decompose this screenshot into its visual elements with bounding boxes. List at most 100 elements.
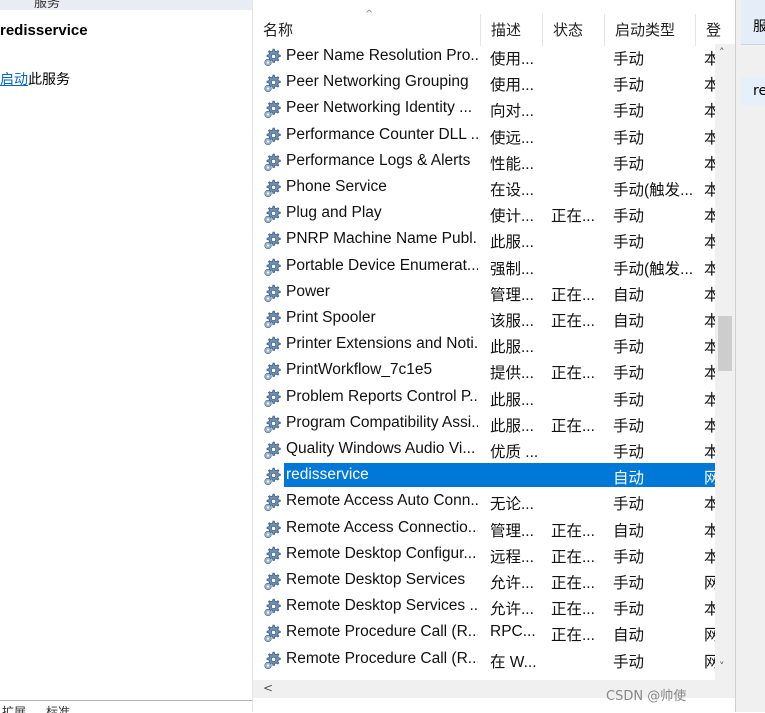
top-tab-label: 服务 <box>34 0 61 11</box>
gear-icon <box>262 203 284 225</box>
scroll-left-icon[interactable]: < <box>263 681 273 695</box>
service-name: Performance Logs & Alerts <box>286 152 471 169</box>
table-row[interactable]: Peer Name Resolution Pro... 使用... 手动本 <box>253 44 718 70</box>
service-startup-type: 手动(触发... <box>613 261 693 278</box>
service-startup-type: 自动 <box>613 313 645 330</box>
scroll-down-icon[interactable]: ˅ <box>719 660 725 673</box>
table-row[interactable]: Remote Desktop Configur... 远程... 正在... 手动本 <box>253 542 718 568</box>
gear-icon <box>262 439 284 461</box>
service-startup-type: 自动 <box>613 523 645 540</box>
service-startup-type: 手动 <box>613 339 645 356</box>
service-description: 在设... <box>490 182 534 199</box>
service-description: 向对... <box>490 103 534 120</box>
service-name: Phone Service <box>286 178 387 195</box>
gear-icon <box>262 282 284 304</box>
service-description: 远程... <box>490 549 534 566</box>
table-row[interactable]: Performance Counter DLL ... 使远... 手动本 <box>253 123 718 149</box>
service-name: Power <box>286 283 330 300</box>
table-row[interactable]: PrintWorkflow_7c1e5 提供... 正在... 手动本 <box>253 358 718 384</box>
left-description-pane: 服务 redisservice 启动此服务 扩展 标准 <box>0 0 252 713</box>
service-startup-type: 手动 <box>613 208 645 225</box>
service-name: Remote Procedure Call (R... <box>286 650 478 667</box>
service-startup-type: 手动 <box>613 549 645 566</box>
table-row[interactable]: Phone Service 在设... 手动(触发... 本 <box>253 175 718 201</box>
service-startup-type: 手动 <box>613 51 645 68</box>
service-startup-type: 手动 <box>613 601 645 618</box>
column-header-startup-type[interactable]: 启动类型 <box>605 14 696 46</box>
service-description: 该服... <box>490 313 534 330</box>
service-name: redisservice <box>286 466 369 483</box>
gear-icon <box>262 570 284 592</box>
gear-icon <box>262 98 284 120</box>
service-name: Plug and Play <box>286 204 382 221</box>
table-row[interactable]: Remote Access Connectio... 管理... 正在... 自动本 <box>253 516 718 542</box>
service-startup-type: 手动 <box>613 444 645 461</box>
service-startup-type: 手动 <box>613 234 645 251</box>
table-row[interactable]: Performance Logs & Alerts 性能... 手动本 <box>253 149 718 175</box>
table-row[interactable]: Program Compatibility Assi... 此服... 正在... 手… <box>253 411 718 437</box>
service-name: Remote Access Auto Conn... <box>286 492 478 509</box>
table-row[interactable]: Remote Desktop Services ... 允许... 正在... 手动本 <box>253 594 718 620</box>
column-header-description[interactable]: 描述 <box>481 14 543 46</box>
watermark: CSDN @帅使 <box>606 689 687 704</box>
service-startup-type: 手动 <box>613 654 645 671</box>
table-row[interactable]: Remote Procedure Call (R... 在 W... 手动网 <box>253 647 718 673</box>
service-status: 正在... <box>551 365 595 382</box>
bottom-tabs: 扩展 标准 <box>0 700 252 713</box>
table-row[interactable]: Power 管理... 正在... 自动本 <box>253 280 718 306</box>
service-description: 强制... <box>490 261 534 278</box>
service-name: Printer Extensions and Noti... <box>286 335 478 352</box>
service-startup-type: 手动 <box>613 77 645 94</box>
column-header-logon[interactable]: 登 <box>696 14 721 46</box>
service-status: 正在... <box>551 601 595 618</box>
table-row-selected[interactable]: redisservice 自动网 <box>253 463 718 489</box>
service-description: 此服... <box>490 418 534 435</box>
table-row[interactable]: Peer Networking Grouping 使用... 手动本 <box>253 70 718 96</box>
service-name: Problem Reports Control P... <box>286 388 478 405</box>
service-startup-type: 手动 <box>613 575 645 592</box>
service-name: Program Compatibility Assi... <box>286 414 478 431</box>
table-row[interactable]: Printer Extensions and Noti... 此服... 手动本 <box>253 332 718 358</box>
column-header-status[interactable]: 状态 <box>543 14 605 46</box>
service-description: 提供... <box>490 365 534 382</box>
service-description: 此服... <box>490 339 534 356</box>
table-row[interactable]: PNRP Machine Name Publ... 此服... 手动本 <box>253 227 718 253</box>
table-row[interactable]: Problem Reports Control P... 此服... 手动本 <box>253 385 718 411</box>
scroll-up-icon[interactable]: ˄ <box>719 46 725 59</box>
service-name: Quality Windows Audio Vi... <box>286 440 476 457</box>
service-description: 使计... <box>490 208 534 225</box>
actions-item-service[interactable]: re <box>741 77 765 105</box>
gear-icon <box>262 465 284 487</box>
table-row[interactable]: Remote Procedure Call (R... RPC... 正在... 自动… <box>253 620 718 646</box>
service-status: 正在... <box>551 549 595 566</box>
service-name: Remote Procedure Call (R... <box>286 623 478 640</box>
service-status: 正在... <box>551 287 595 304</box>
service-title: redisservice <box>0 22 88 39</box>
service-description: 此服... <box>490 234 534 251</box>
service-description: 使用... <box>490 77 534 94</box>
vertical-scrollbar[interactable]: ˄ ˅ <box>715 44 735 680</box>
service-name: Portable Device Enumerat... <box>286 257 478 274</box>
service-name: Remote Desktop Services <box>286 571 466 588</box>
service-startup-type: 手动 <box>613 365 645 382</box>
table-row[interactable]: Quality Windows Audio Vi... 优质 ... 手动本 <box>253 437 718 463</box>
table-row[interactable]: Portable Device Enumerat... 强制... 手动(触发...… <box>253 254 718 280</box>
start-service-link[interactable]: 启动 <box>0 72 28 88</box>
actions-pane: 服 re <box>735 0 765 712</box>
service-startup-type: 手动 <box>613 130 645 147</box>
table-row[interactable]: Peer Networking Identity ... 向对... 手动本 <box>253 96 718 122</box>
service-description: 使用... <box>490 51 534 68</box>
gear-icon <box>262 72 284 94</box>
gear-icon <box>262 544 284 566</box>
table-row[interactable]: Print Spooler 该服... 正在... 自动本 <box>253 306 718 332</box>
column-header: 名称 ^ 描述 状态 启动类型 登 <box>253 9 736 46</box>
service-startup-type: 自动 <box>613 470 645 487</box>
table-row[interactable]: Plug and Play 使计... 正在... 手动本 <box>253 201 718 227</box>
vertical-scroll-thumb[interactable] <box>718 316 732 371</box>
service-description: RPC... <box>490 623 536 640</box>
gear-icon <box>262 387 284 409</box>
gear-icon <box>262 256 284 278</box>
service-description: 管理... <box>490 523 534 540</box>
table-row[interactable]: Remote Desktop Services 允许... 正在... 手动网 <box>253 568 718 594</box>
table-row[interactable]: Remote Access Auto Conn... 无论... 手动本 <box>253 489 718 515</box>
